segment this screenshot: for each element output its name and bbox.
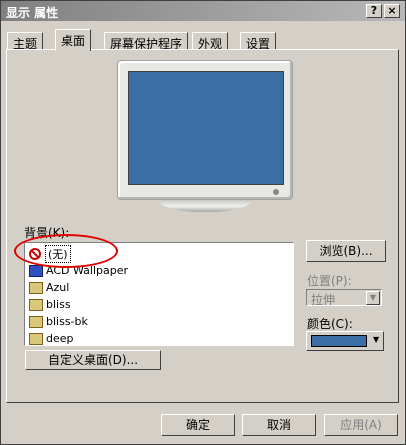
tab-desktop[interactable]: 桌面	[55, 29, 92, 51]
position-label: 位置(P):	[307, 274, 352, 288]
image-file-icon	[29, 332, 43, 345]
window-title: 显示 属性	[6, 6, 59, 20]
list-item-label: deep	[46, 332, 74, 345]
tab-themes[interactable]: 主题	[7, 32, 44, 51]
image-file-icon	[29, 281, 43, 294]
monitor-screen	[128, 71, 284, 185]
no-symbol-icon	[29, 247, 41, 260]
customize-desktop-button[interactable]: 自定义桌面(D)...	[25, 350, 161, 370]
list-item[interactable]: bliss	[29, 296, 71, 313]
background-list[interactable]: (无) ACD Wallpaper Azul bliss bliss-bk de…	[24, 242, 294, 346]
image-file-icon	[29, 298, 43, 311]
monitor-stand	[159, 200, 251, 212]
apply-button[interactable]: 应用(A)	[324, 414, 398, 436]
display-properties-window: 显示 属性 ? × 主题 桌面 屏幕保护程序 外观 设置 背景(K): (无) …	[0, 0, 406, 445]
list-item[interactable]: (无)	[29, 244, 71, 263]
image-file-icon	[29, 315, 43, 328]
background-label: 背景(K):	[24, 226, 70, 240]
tab-settings[interactable]: 设置	[240, 32, 277, 51]
color-swatch	[311, 335, 367, 347]
monitor-bezel	[117, 60, 293, 200]
image-file-icon	[29, 264, 43, 277]
list-item[interactable]: deep	[29, 330, 74, 345]
position-value: 拉伸	[311, 293, 336, 307]
color-label: 颜色(C):	[307, 317, 353, 331]
power-led-icon	[273, 189, 279, 195]
list-item-label: ACD Wallpaper	[46, 264, 129, 277]
help-button[interactable]: ?	[366, 4, 382, 18]
list-item-label: bliss-bk	[46, 315, 88, 328]
monitor-preview	[117, 60, 293, 212]
tab-appearance[interactable]: 外观	[192, 32, 229, 51]
ok-button[interactable]: 确定	[161, 414, 235, 436]
chevron-down-icon: ▼	[366, 291, 380, 305]
list-item[interactable]: ACD Wallpaper	[29, 262, 128, 279]
list-item[interactable]: bliss-bk	[29, 313, 88, 330]
chevron-down-icon: ▼	[373, 335, 380, 344]
tab-screensaver[interactable]: 屏幕保护程序	[104, 32, 189, 51]
cancel-button[interactable]: 取消	[242, 414, 316, 436]
title-bar[interactable]: 显示 属性 ? ×	[1, 1, 405, 21]
list-item[interactable]: Azul	[29, 279, 69, 296]
browse-button[interactable]: 浏览(B)...	[306, 240, 386, 262]
close-button[interactable]: ×	[384, 4, 400, 18]
list-item-label: (无)	[45, 244, 71, 263]
position-select[interactable]: 拉伸 ▼	[306, 289, 382, 307]
list-item-label: bliss	[46, 298, 71, 311]
list-item-label: Azul	[46, 281, 70, 294]
color-picker-button[interactable]: ▼	[306, 331, 384, 351]
